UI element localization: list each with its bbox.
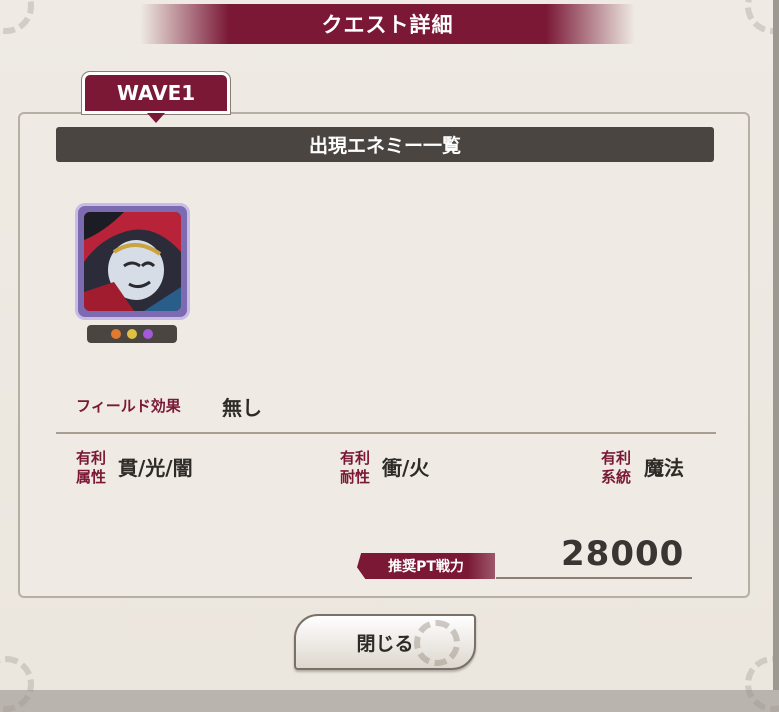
- recommended-power-label: 推奨PT戦力: [357, 553, 495, 579]
- dialog-title: クエスト詳細: [321, 13, 454, 37]
- quest-detail-dialog: クエスト詳細 WAVE1 出現エネミー一覧 フィールド効果 無し 有利 属性 貫…: [0, 0, 779, 712]
- wave-tab[interactable]: WAVE1: [82, 72, 230, 123]
- advantage-attribute-label: 有利 属性: [76, 449, 106, 487]
- advantage-resistance-label-line1: 有利: [340, 449, 371, 467]
- close-button-label: 閉じる: [356, 632, 414, 655]
- advantage-system-value: 魔法: [644, 456, 684, 480]
- advantage-system-label-line2: 系統: [601, 468, 632, 486]
- dialog-edge: [773, 0, 779, 690]
- enemy-element-dots: [87, 325, 177, 343]
- enemy-list-title: 出現エネミー一覧: [308, 135, 461, 157]
- dialog-title-bar: クエスト詳細: [140, 4, 635, 44]
- advantage-attribute-label-line2: 属性: [76, 468, 107, 486]
- advantage-attribute-label-line1: 有利: [76, 449, 107, 467]
- close-button[interactable]: 閉じる: [294, 614, 476, 670]
- enemy-card[interactable]: [75, 203, 190, 320]
- advantage-attribute-value: 貫/光/闇: [118, 456, 193, 480]
- enemy-list-header: 出現エネミー一覧: [56, 127, 714, 162]
- gear-ornament-icon: [0, 0, 34, 34]
- element-dot-orange: [111, 329, 121, 339]
- element-dot-yellow: [127, 329, 137, 339]
- advantage-resistance-label: 有利 耐性: [340, 449, 370, 487]
- field-effect-label: フィールド効果: [76, 397, 181, 415]
- advantage-resistance-label-line2: 耐性: [340, 468, 371, 486]
- element-dot-purple: [143, 329, 153, 339]
- gear-ornament-icon: [414, 620, 460, 666]
- jester-enemy-portrait-icon: [84, 212, 181, 311]
- divider: [56, 432, 716, 434]
- wave-tab-label: WAVE1: [116, 81, 196, 105]
- advantage-system-label: 有利 系統: [601, 449, 631, 487]
- wave-panel: [18, 112, 750, 598]
- field-effect-value: 無し: [222, 396, 262, 420]
- recommended-power-value: 28000: [561, 534, 685, 574]
- recommended-power-label-text: 推奨PT戦力: [388, 559, 464, 575]
- advantage-resistance-value: 衝/火: [382, 456, 430, 480]
- power-underline: [496, 577, 692, 579]
- gear-ornament-icon: [0, 656, 34, 712]
- advantage-system-label-line1: 有利: [601, 449, 632, 467]
